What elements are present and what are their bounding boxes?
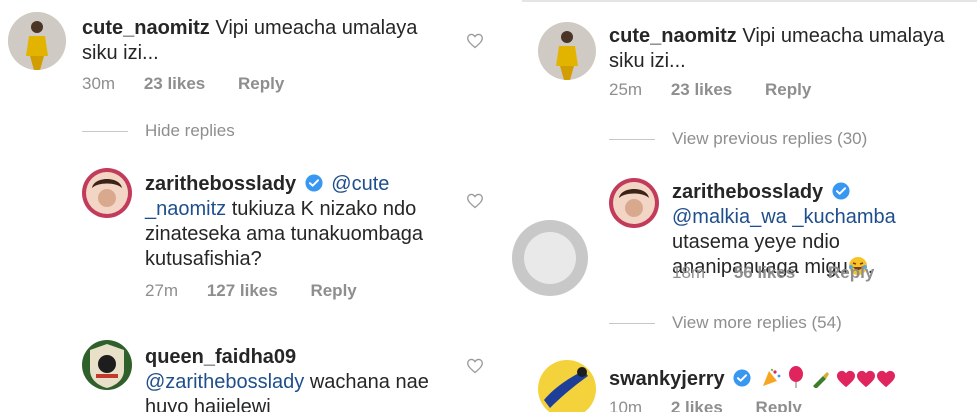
verified-badge-icon <box>305 174 323 192</box>
likes-count[interactable]: 127 likes <box>207 281 278 301</box>
top-divider <box>522 0 977 2</box>
reply-button[interactable]: Reply <box>756 398 802 412</box>
comment-meta: 27m 127 likes Reply <box>145 281 357 301</box>
view-more-replies-link[interactable]: View more replies (54) <box>672 313 842 333</box>
likes-count[interactable]: 23 likes <box>144 74 205 94</box>
comment-text: cute_naomitz Vipi umeacha umalaya siku i… <box>609 24 959 74</box>
username[interactable]: zarithebosslady <box>145 173 296 195</box>
likes-count[interactable]: 56 likes <box>734 263 795 283</box>
timestamp: 27m <box>145 281 179 300</box>
heart-outline-icon[interactable] <box>466 358 484 374</box>
red-heart-icon <box>857 370 876 388</box>
comment-meta: 25m 23 likes Reply <box>609 80 811 100</box>
mention-link[interactable]: @zarithebosslady <box>145 371 304 393</box>
timestamp: 25m <box>609 80 643 99</box>
verified-badge-icon <box>832 182 850 200</box>
comment-meta: 10m 2 likes Reply <box>609 398 802 412</box>
avatar-cute-naomitz[interactable] <box>8 12 66 70</box>
hide-replies-link[interactable]: Hide replies <box>145 121 235 141</box>
timestamp: 18m <box>672 263 706 282</box>
reply-button[interactable]: Reply <box>310 281 356 301</box>
likes-count[interactable]: 23 likes <box>671 80 732 100</box>
avatar-cute-naomitz[interactable] <box>538 22 596 80</box>
reply-button[interactable]: Reply <box>238 74 284 94</box>
heart-outline-icon[interactable] <box>466 193 484 209</box>
heart-outline-icon[interactable] <box>466 33 484 49</box>
thread-divider <box>609 323 655 324</box>
reply-button[interactable]: Reply <box>828 263 874 283</box>
avatar-zarithebosslady[interactable] <box>82 168 132 218</box>
timestamp: 30m <box>82 74 116 93</box>
username[interactable]: cute_naomitz <box>609 25 737 47</box>
view-previous-replies-link[interactable]: View previous replies (30) <box>672 129 867 149</box>
bottle-emoji-icon <box>812 372 829 388</box>
timestamp: 10m <box>609 398 643 412</box>
balloon-emoji-icon <box>789 366 804 388</box>
username[interactable]: queen_faidha09 <box>145 346 296 368</box>
username[interactable]: zarithebosslady <box>672 181 823 203</box>
party-emoji-icon <box>762 368 781 386</box>
likes-count[interactable]: 2 likes <box>671 398 723 412</box>
avatar-queen-faidha09[interactable] <box>82 340 132 390</box>
comment-text: cute_naomitz Vipi umeacha umalaya siku i… <box>82 16 422 66</box>
reply-button[interactable]: Reply <box>765 80 811 100</box>
username[interactable]: cute_naomitz <box>82 17 210 39</box>
left-comment-panel: cute_naomitz Vipi umeacha umalaya siku i… <box>0 0 492 412</box>
username[interactable]: swankyjerry <box>609 368 725 390</box>
red-heart-icon <box>837 370 856 388</box>
thread-divider <box>609 139 655 140</box>
avatar-swankyjerry[interactable] <box>538 360 596 412</box>
comment-text: queen_faidha09 @zarithebosslady wachana … <box>145 345 445 412</box>
verified-badge-icon <box>733 369 751 387</box>
comment-text: swankyjerry <box>609 366 959 392</box>
comment-meta: 30m 23 likes Reply <box>82 74 284 94</box>
avatar-zarithebosslady[interactable] <box>609 178 659 228</box>
comment-text: zarithebosslady @cute _naomitz tukiuza K… <box>145 172 445 272</box>
right-comment-panel: cute_naomitz Vipi umeacha umalaya siku i… <box>522 0 977 412</box>
comment-meta: 18m 56 likes Reply <box>672 263 874 283</box>
red-heart-icon <box>877 370 896 388</box>
thread-divider <box>82 131 128 132</box>
mention-link[interactable]: @malkia_wa _kuchamba <box>672 206 896 228</box>
